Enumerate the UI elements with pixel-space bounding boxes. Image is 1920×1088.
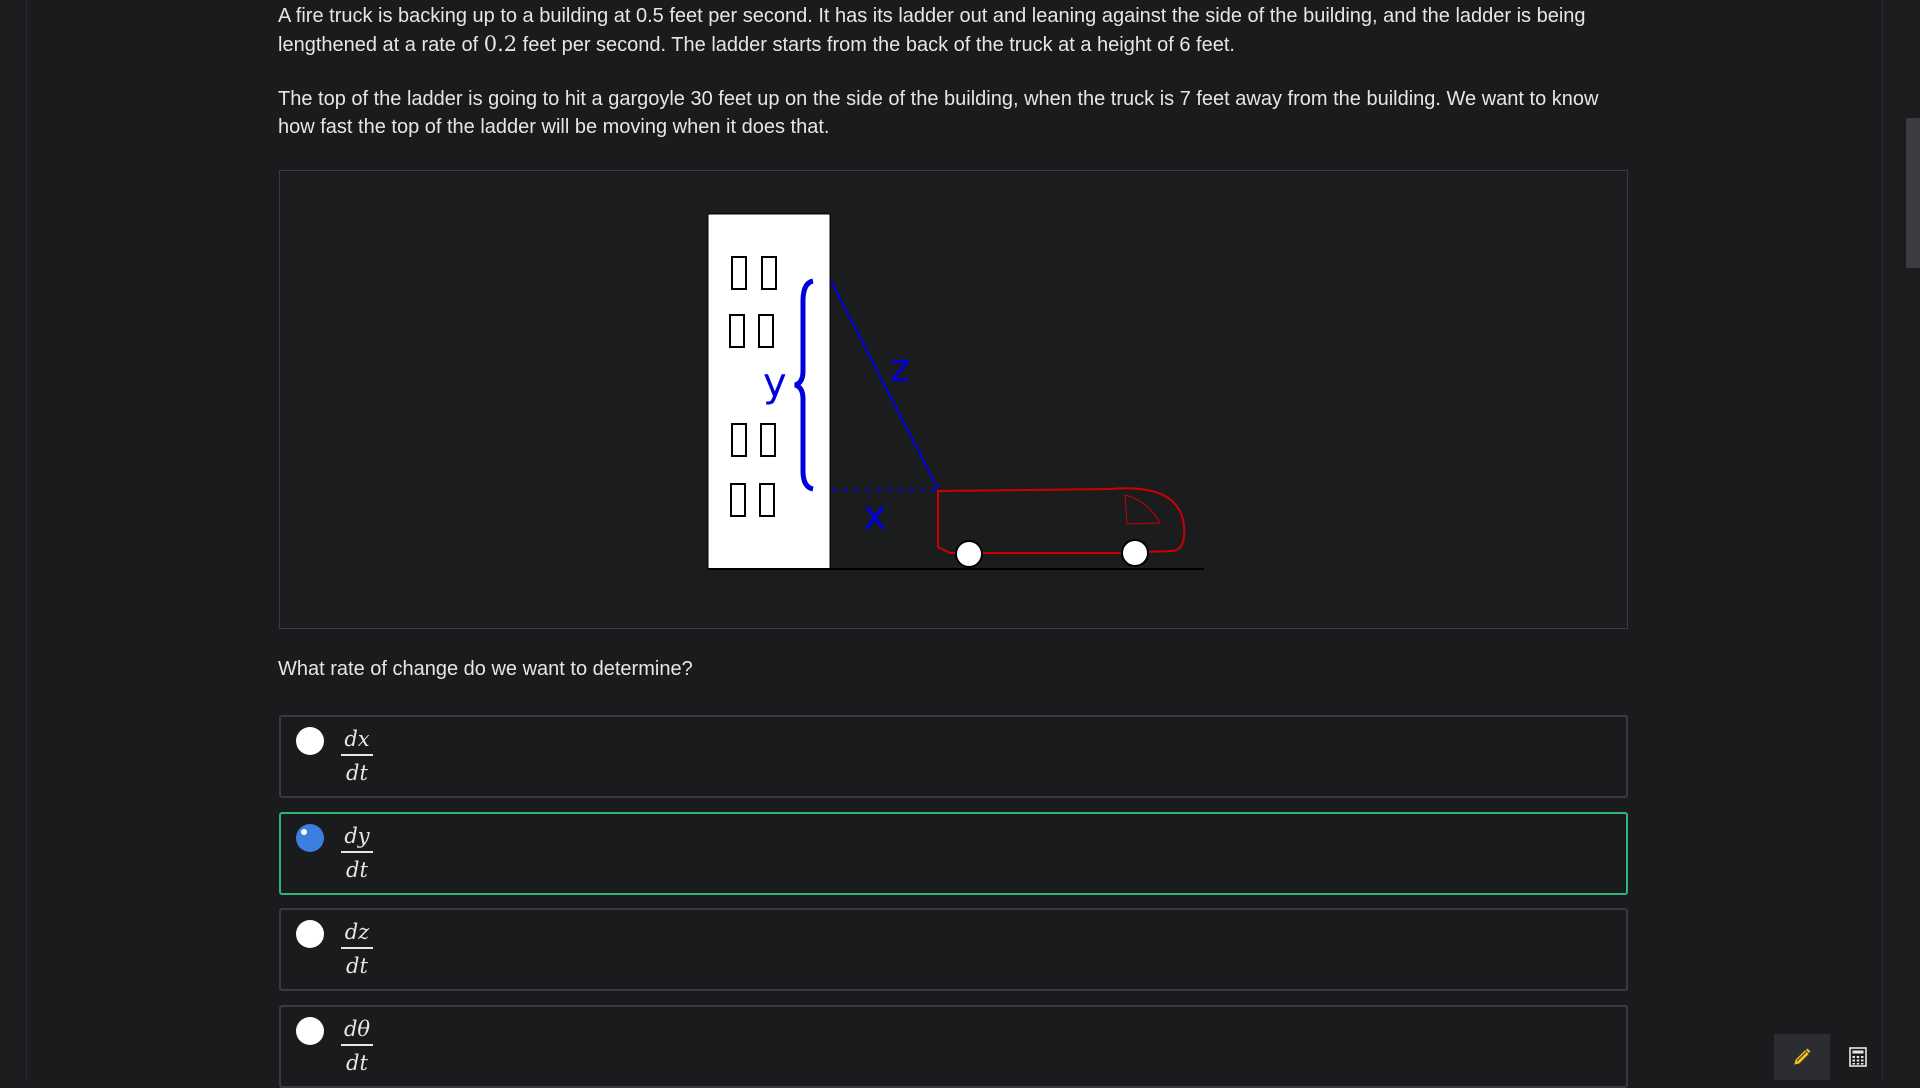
numerator: dz — [344, 920, 370, 944]
figure-panel: y z x — [279, 170, 1628, 629]
radio-button-selected[interactable] — [296, 824, 324, 852]
scrollbar-thumb[interactable] — [1906, 118, 1920, 268]
fraction: dx dt — [341, 725, 373, 787]
ladder-diagram: y z x — [707, 213, 1204, 570]
radio-button[interactable] — [296, 727, 324, 755]
denominator: dt — [346, 857, 368, 882]
window — [758, 314, 774, 348]
option-dy-dt[interactable]: dy dt — [279, 812, 1628, 895]
fraction-bar — [341, 947, 373, 949]
pencil-button[interactable] — [1774, 1034, 1830, 1080]
option-dx-dt[interactable]: dx dt — [279, 715, 1628, 798]
fraction-bar — [341, 851, 373, 853]
calculator-button[interactable] — [1830, 1034, 1886, 1080]
numerator: dx — [344, 727, 370, 751]
truck-rear-wheel — [955, 540, 983, 568]
ladder-line — [830, 280, 939, 490]
problem-paragraph-2: The top of the ladder is going to hit a … — [278, 88, 1599, 138]
label-x: x — [863, 493, 887, 539]
window — [731, 423, 747, 457]
problem-paragraph-1: A fire truck is backing up to a building… — [278, 5, 1586, 56]
option-dz-dt[interactable]: dz dt — [279, 908, 1628, 991]
truck-window — [1124, 494, 1161, 525]
radio-button[interactable] — [296, 920, 324, 948]
truck-front-wheel — [1121, 539, 1149, 567]
label-z: z — [890, 346, 910, 390]
pencil-icon — [1794, 1048, 1811, 1065]
fraction: dθ dt — [341, 1015, 373, 1077]
fraction-bar — [341, 1044, 373, 1046]
calculator-icon — [1849, 1047, 1867, 1067]
denominator: dt — [346, 1050, 368, 1075]
denominator: dt — [346, 760, 368, 785]
numerator: dy — [344, 824, 370, 848]
scrollbar[interactable] — [1906, 0, 1920, 1080]
window — [731, 256, 747, 290]
fraction: dz dt — [341, 918, 373, 980]
denominator: dt — [346, 953, 368, 978]
window — [759, 483, 775, 517]
rate-value: 0.2 — [483, 32, 518, 56]
question-text: What rate of change do we want to determ… — [278, 658, 693, 680]
numerator: dθ — [343, 1017, 371, 1041]
window — [761, 256, 777, 290]
label-y: y — [763, 360, 787, 406]
window — [730, 483, 746, 517]
option-dtheta-dt[interactable]: dθ dt — [279, 1005, 1628, 1088]
window — [729, 314, 745, 348]
window — [760, 423, 776, 457]
radio-button[interactable] — [296, 1017, 324, 1045]
fraction-bar — [341, 754, 373, 756]
fraction: dy dt — [341, 822, 373, 884]
